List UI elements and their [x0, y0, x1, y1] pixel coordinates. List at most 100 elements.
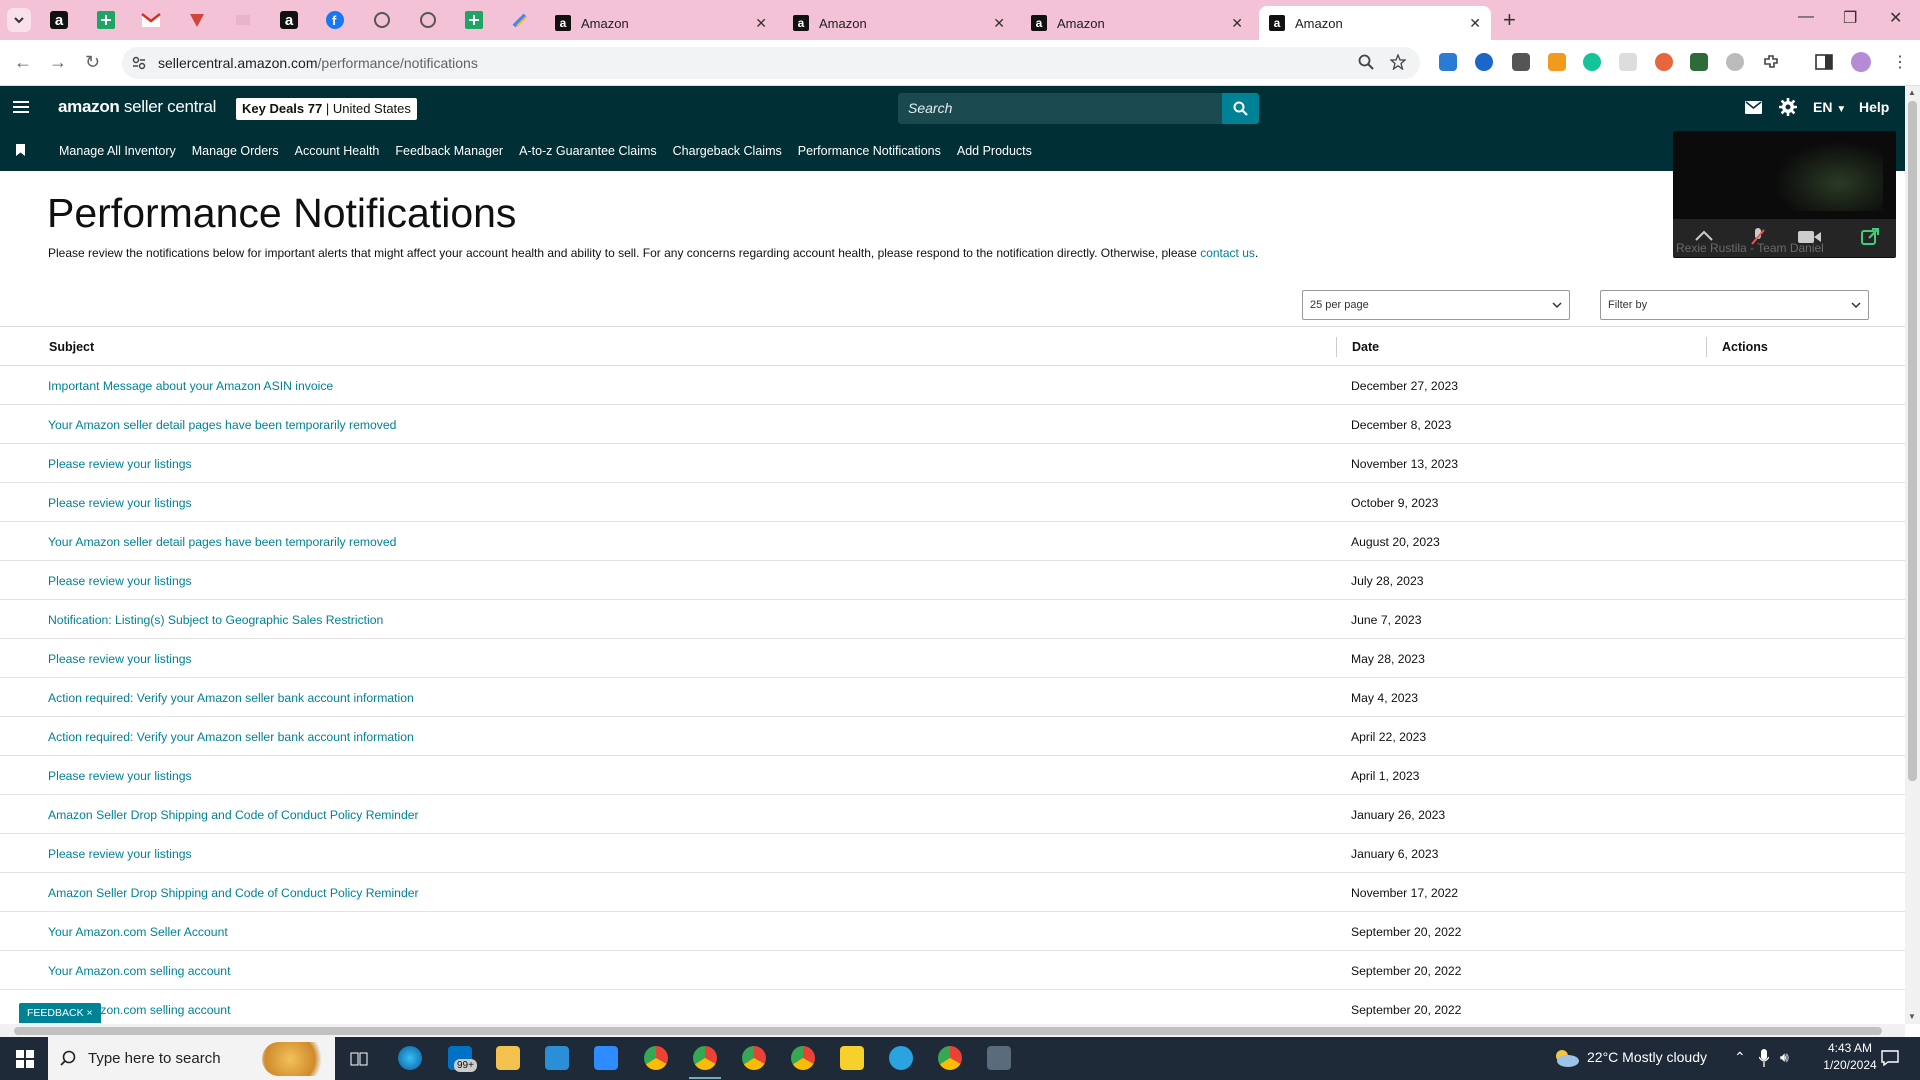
notification-subject-link[interactable]: Amazon Seller Drop Shipping and Code of …: [48, 886, 419, 900]
profile-avatar[interactable]: [1851, 52, 1871, 72]
extension-icon[interactable]: [1619, 53, 1637, 71]
scroll-up-arrow-icon[interactable]: ▲: [1908, 88, 1916, 97]
close-icon[interactable]: ✕: [1231, 15, 1243, 32]
pinned-tab-sheets[interactable]: [95, 9, 117, 31]
url-input[interactable]: sellercentral.amazon.com/performance/not…: [122, 47, 1420, 79]
back-icon[interactable]: ←: [14, 52, 32, 73]
column-header-subject[interactable]: Subject: [49, 340, 94, 354]
chevron-up-icon[interactable]: ⌃: [1734, 1049, 1746, 1066]
calculator-icon[interactable]: [987, 1046, 1011, 1070]
notification-center-icon[interactable]: [1881, 1050, 1899, 1066]
per-page-select[interactable]: 25 per page: [1302, 290, 1570, 320]
bookmark-star-icon[interactable]: [1390, 54, 1406, 70]
pinned-tab-amazon-2[interactable]: a: [278, 9, 300, 31]
sticky-notes-icon[interactable]: [840, 1046, 864, 1070]
chrome-icon-active[interactable]: [689, 1046, 721, 1079]
new-tab-icon[interactable]: +: [1503, 7, 1516, 33]
menu-dots-icon[interactable]: ⋮: [1892, 52, 1908, 72]
extension-icon[interactable]: [1548, 53, 1566, 71]
tab-search-button[interactable]: [7, 8, 31, 32]
contact-us-link[interactable]: contact us: [1200, 246, 1255, 260]
tab-amazon-1[interactable]: a Amazon ✕: [545, 6, 777, 40]
nav-performance-notifications[interactable]: Performance Notifications: [798, 144, 941, 158]
side-panel-icon[interactable]: [1815, 53, 1833, 71]
header-search-input[interactable]: Search: [898, 93, 1224, 124]
extension-icon[interactable]: [1726, 53, 1744, 71]
filter-select[interactable]: Filter by: [1600, 290, 1869, 320]
language-selector[interactable]: EN ▼: [1813, 99, 1846, 115]
speaker-icon[interactable]: 🔊︎: [1780, 1049, 1789, 1066]
zoom-app-icon[interactable]: [594, 1046, 618, 1070]
bookmark-icon[interactable]: [16, 144, 25, 156]
nav-manage-inventory[interactable]: Manage All Inventory: [59, 144, 176, 158]
windows-start-icon[interactable]: [16, 1050, 34, 1068]
weather-text[interactable]: 22°C Mostly cloudy: [1587, 1049, 1707, 1065]
notification-subject-link[interactable]: Your Amazon seller detail pages have bee…: [48, 418, 396, 432]
zoom-icon[interactable]: [1358, 54, 1374, 70]
extension-icon[interactable]: [1655, 53, 1673, 71]
help-link[interactable]: Help: [1859, 99, 1889, 115]
nav-a-to-z-claims[interactable]: A-to-z Guarantee Claims: [519, 144, 657, 158]
notification-subject-link[interactable]: Please review your listings: [48, 652, 192, 666]
minimize-icon[interactable]: —: [1798, 8, 1814, 26]
taskbar-search-input[interactable]: Type here to search: [48, 1037, 335, 1080]
pinned-tab-globe[interactable]: [371, 9, 393, 31]
chrome-icon[interactable]: [742, 1046, 766, 1070]
extension-icon[interactable]: [1475, 53, 1493, 71]
notification-subject-link[interactable]: Your Amazon seller detail pages have bee…: [48, 535, 396, 549]
nav-feedback-manager[interactable]: Feedback Manager: [395, 144, 503, 158]
notification-subject-link[interactable]: Please review your listings: [48, 457, 192, 471]
pinned-tab-globe-2[interactable]: [417, 9, 439, 31]
feedback-button[interactable]: FEEDBACK ×: [19, 1003, 101, 1023]
tab-amazon-3[interactable]: a Amazon ✕: [1021, 6, 1253, 40]
extensions-puzzle-icon[interactable]: [1762, 53, 1780, 71]
pinned-tab-todoist[interactable]: [186, 9, 208, 31]
notification-subject-link[interactable]: Please review your listings: [48, 847, 192, 861]
pinned-tab-facebook[interactable]: f: [324, 9, 346, 31]
nav-add-products[interactable]: Add Products: [957, 144, 1032, 158]
video-call-overlay[interactable]: Rexie Rustila - Team Daniel: [1673, 131, 1896, 258]
chrome-icon[interactable]: [938, 1046, 962, 1070]
store-selector[interactable]: Key Deals 77 | United States: [236, 98, 417, 120]
forward-icon[interactable]: →: [49, 52, 67, 73]
notification-subject-link[interactable]: Your Amazon.com Seller Account: [48, 925, 228, 939]
edge-icon[interactable]: [398, 1046, 422, 1070]
mail-icon[interactable]: [1745, 101, 1762, 114]
notification-subject-link[interactable]: Please review your listings: [48, 769, 192, 783]
vertical-scroll-thumb[interactable]: [1908, 101, 1917, 781]
pinned-tab-tool[interactable]: [509, 9, 531, 31]
close-icon[interactable]: ✕: [993, 15, 1005, 32]
notification-subject-link[interactable]: Important Message about your Amazon ASIN…: [48, 379, 333, 393]
tab-amazon-active[interactable]: a Amazon ✕: [1259, 6, 1491, 40]
clock[interactable]: 4:43 AM 1/20/2024: [1820, 1041, 1880, 1072]
horizontal-scroll-thumb[interactable]: [14, 1027, 1882, 1035]
close-window-icon[interactable]: ✕: [1889, 8, 1902, 28]
extension-icon[interactable]: [1439, 53, 1457, 71]
hamburger-menu-icon[interactable]: [13, 100, 29, 114]
notification-subject-link[interactable]: Action required: Verify your Amazon sell…: [48, 730, 414, 744]
close-icon[interactable]: ✕: [1469, 15, 1481, 32]
telegram-icon[interactable]: [889, 1046, 913, 1070]
chrome-icon[interactable]: [791, 1046, 815, 1070]
notification-subject-link[interactable]: Please review your listings: [48, 574, 192, 588]
task-view-icon[interactable]: [350, 1050, 368, 1068]
site-settings-icon[interactable]: [132, 56, 146, 70]
gear-icon[interactable]: [1779, 98, 1797, 116]
notification-subject-link[interactable]: Action required: Verify your Amazon sell…: [48, 691, 414, 705]
pinned-tab-page[interactable]: [232, 9, 254, 31]
close-icon[interactable]: ✕: [755, 15, 767, 32]
pinned-tab-amazon[interactable]: a: [48, 9, 70, 31]
store-icon[interactable]: [545, 1046, 569, 1070]
extension-icon[interactable]: [1512, 53, 1530, 71]
notification-subject-link[interactable]: Amazon Seller Drop Shipping and Code of …: [48, 808, 419, 822]
search-button[interactable]: [1222, 93, 1259, 124]
scroll-down-arrow-icon[interactable]: ▼: [1908, 1012, 1916, 1021]
extension-icon[interactable]: [1690, 53, 1708, 71]
pinned-tab-sheets-2[interactable]: [463, 9, 485, 31]
pinned-tab-gmail[interactable]: [140, 9, 162, 31]
notification-subject-link[interactable]: Please review your listings: [48, 496, 192, 510]
nav-chargeback-claims[interactable]: Chargeback Claims: [673, 144, 782, 158]
notification-subject-link[interactable]: Notification: Listing(s) Subject to Geog…: [48, 613, 383, 627]
seller-central-logo[interactable]: amazon seller central: [58, 97, 216, 117]
notification-subject-link[interactable]: Your Amazon.com selling account: [48, 964, 230, 978]
